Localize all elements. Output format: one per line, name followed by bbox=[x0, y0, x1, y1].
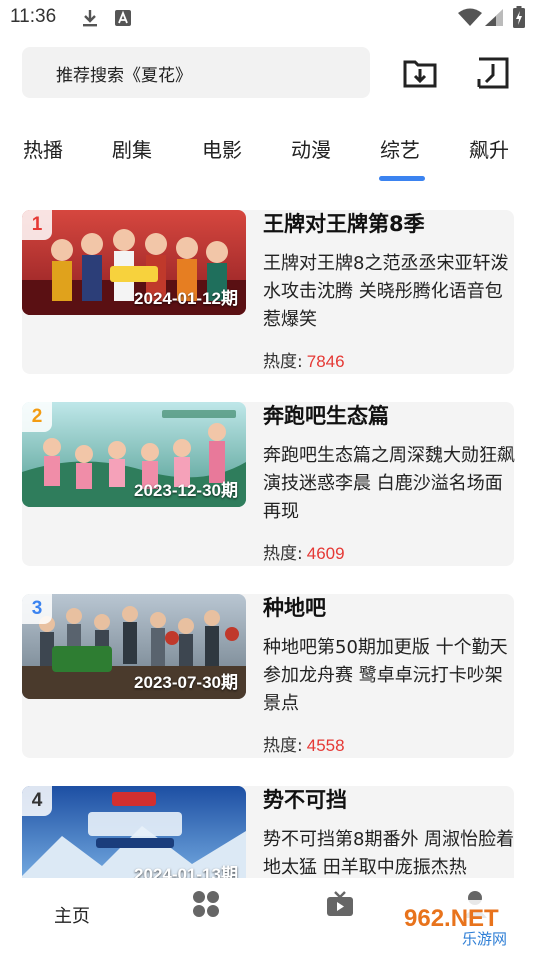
tab-rising[interactable]: 飙升 bbox=[469, 134, 509, 163]
status-time: 11:36 bbox=[10, 6, 57, 27]
show-title[interactable]: 王牌对王牌第8季 bbox=[263, 210, 425, 238]
heat-label: 热度: bbox=[263, 736, 303, 756]
heat-value: 4558 bbox=[306, 736, 345, 755]
show-description: 种地吧第50期加更版 十个勤天参加龙舟赛 鹭卓卓沅打卡吵架景点 bbox=[263, 637, 508, 714]
heat-row: 热度: 4609 bbox=[263, 539, 345, 564]
category-tabs: 热播 剧集 电影 动漫 综艺 飙升 bbox=[0, 130, 536, 190]
show-description: 奔跑吧生态篇之周深魏大勋狂飙演技迷惑李晨 白鹿沙溢名场面再现 bbox=[263, 445, 515, 522]
heat-value: 4609 bbox=[306, 544, 345, 563]
ranking-list: 1 2024-01-12期 王牌对王牌第8季 王牌对王牌8之范丞丞宋亚轩泼水攻击… bbox=[0, 210, 536, 878]
tab-hot[interactable]: 热播 bbox=[23, 134, 63, 163]
episode-label: 2023-07-30期 bbox=[134, 673, 238, 692]
heat-label: 热度: bbox=[263, 352, 303, 372]
tv-icon[interactable] bbox=[326, 890, 354, 918]
list-item[interactable]: 4 2024-01-13期 势不可挡 势不可挡第8期番外 周淑怡脸着地太猛 田羊… bbox=[22, 786, 514, 878]
episode-label: 2024-01-13期 bbox=[134, 865, 238, 878]
search-placeholder: 推荐搜索《夏花》 bbox=[56, 66, 192, 86]
battery-icon bbox=[513, 6, 525, 28]
show-title[interactable]: 奔跑吧生态篇 bbox=[263, 400, 389, 430]
download-folder-icon[interactable] bbox=[402, 55, 438, 91]
status-bar: 11:36 bbox=[0, 0, 536, 36]
tab-movies[interactable]: 电影 bbox=[202, 134, 242, 163]
show-description: 势不可挡第8期番外 周淑怡脸着地太猛 田羊取中庞振杰热 bbox=[263, 829, 515, 878]
list-item[interactable]: 1 2024-01-12期 王牌对王牌第8季 王牌对王牌8之范丞丞宋亚轩泼水攻击… bbox=[22, 210, 514, 374]
heat-row: 热度: 4558 bbox=[263, 731, 345, 756]
tab-anime[interactable]: 动漫 bbox=[291, 134, 331, 163]
signal-icon bbox=[485, 9, 503, 26]
nav-home[interactable]: 主页 bbox=[54, 902, 90, 928]
rank-badge: 2 bbox=[22, 402, 52, 432]
rank-number: 2 bbox=[31, 406, 43, 427]
list-item[interactable]: 3 2023-07-30期 种地吧 种地吧第50期加更版 十个勤天参加龙舟赛 鹭… bbox=[22, 594, 514, 758]
tab-series[interactable]: 剧集 bbox=[112, 134, 152, 163]
rank-badge: 1 bbox=[22, 210, 52, 240]
watermark-top-text: 962.NET bbox=[404, 905, 499, 932]
rank-badge: 3 bbox=[22, 594, 52, 624]
watermark-bottom-text: 乐游网 bbox=[462, 930, 507, 948]
show-title[interactable]: 种地吧 bbox=[263, 592, 326, 622]
thumbnail[interactable]: 2 2023-12-30期 bbox=[22, 402, 246, 507]
site-watermark: 962.NET 乐游网 bbox=[396, 900, 528, 948]
thumbnail[interactable]: 1 2024-01-12期 bbox=[22, 210, 246, 315]
rank-badge: 4 bbox=[22, 786, 52, 816]
wifi-icon bbox=[458, 8, 482, 26]
active-tab-indicator bbox=[379, 176, 425, 181]
history-icon[interactable] bbox=[475, 55, 511, 91]
rank-number: 3 bbox=[31, 598, 43, 619]
show-title[interactable]: 势不可挡 bbox=[263, 784, 347, 814]
thumbnail[interactable]: 3 2023-07-30期 bbox=[22, 594, 246, 699]
category-grid-icon[interactable] bbox=[192, 890, 220, 918]
thumbnail[interactable]: 4 2024-01-13期 bbox=[22, 786, 246, 878]
notification-a-icon bbox=[115, 10, 131, 26]
rank-number: 1 bbox=[31, 214, 43, 235]
list-item[interactable]: 2 2023-12-30期 奔跑吧生态篇 奔跑吧生态篇之周深魏大勋狂飙演技迷惑李… bbox=[22, 400, 515, 566]
heat-value: 7846 bbox=[306, 352, 345, 371]
rank-number: 4 bbox=[31, 790, 43, 811]
episode-label: 2024-01-12期 bbox=[134, 289, 238, 308]
download-icon bbox=[83, 10, 97, 27]
show-description: 王牌对王牌8之范丞丞宋亚轩泼水攻击沈腾 关晓彤腾化语音包惹爆笑 bbox=[263, 253, 509, 330]
heat-row: 热度: 7846 bbox=[263, 347, 345, 372]
episode-label: 2023-12-30期 bbox=[134, 481, 238, 500]
search-box[interactable]: 推荐搜索《夏花》 bbox=[22, 47, 370, 98]
heat-label: 热度: bbox=[263, 544, 303, 564]
tab-variety[interactable]: 综艺 bbox=[380, 134, 420, 163]
